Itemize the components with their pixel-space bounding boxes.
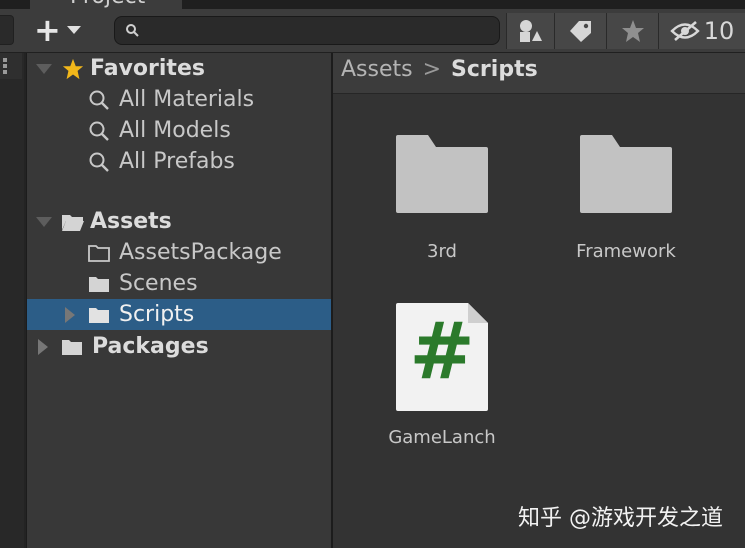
star-icon (621, 20, 644, 42)
folder-icon (87, 273, 111, 295)
left-side-panel (0, 53, 24, 548)
tree-label: Packages (92, 334, 209, 359)
asset-name: 3rd (427, 241, 457, 262)
tree-label: All Prefabs (119, 149, 235, 174)
project-tab[interactable]: Project (30, 0, 182, 9)
search-by-label-button[interactable] (554, 13, 606, 49)
tree-item-favorites[interactable]: Favorites (27, 53, 332, 84)
csharp-script-icon: # (394, 301, 490, 413)
star-icon (61, 58, 85, 80)
hidden-packages-toggle[interactable]: 10 (658, 13, 745, 49)
tree-item-scenes[interactable]: Scenes (27, 268, 332, 299)
hidden-count: 10 (703, 17, 735, 45)
tree-label: Assets (90, 209, 172, 234)
create-add-button[interactable]: + (34, 11, 94, 49)
eye-slash-icon (670, 21, 700, 41)
folder-icon (580, 135, 672, 213)
chevron-down-icon (66, 26, 81, 34)
folder-open-icon (61, 211, 85, 233)
tree-item-assetspackage[interactable]: AssetsPackage (27, 237, 332, 268)
expand-arrow-icon[interactable] (36, 63, 52, 74)
search-input[interactable] (114, 16, 500, 45)
tree-label: Scenes (119, 271, 198, 296)
save-search-favorite-button[interactable] (606, 13, 658, 49)
breadcrumb-separator-icon: > (422, 57, 442, 82)
tree-label: Favorites (90, 56, 205, 81)
collapse-arrow-icon[interactable] (38, 338, 48, 355)
tree-item-all-models[interactable]: All Models (27, 115, 332, 146)
shapes-icon (519, 20, 542, 42)
folder-icon (60, 336, 84, 358)
search-icon (87, 120, 111, 142)
tree-item-packages[interactable]: Packages (27, 331, 332, 362)
project-tab-label: Project (70, 0, 145, 9)
tree-item-scripts[interactable]: Scripts (27, 299, 332, 330)
breadcrumb: Assets > Scripts (333, 53, 745, 94)
asset-name: GameLanch (388, 427, 496, 448)
breadcrumb-item-scripts[interactable]: Scripts (451, 57, 538, 82)
tag-icon (569, 21, 591, 42)
search-icon (87, 89, 111, 111)
breadcrumb-item-assets[interactable]: Assets (341, 57, 413, 82)
left-panel-field-edge (0, 15, 14, 45)
tree-item-all-materials[interactable]: All Materials (27, 84, 332, 115)
folder-icon (87, 304, 111, 326)
tree-label: AssetsPackage (119, 240, 282, 265)
folder-tree-panel: Favorites All Materials All Models All P… (26, 53, 332, 548)
watermark: 知乎 @游戏开发之道 (518, 506, 723, 531)
tree-label: All Models (119, 118, 231, 143)
search-by-type-button[interactable] (506, 13, 554, 49)
collapse-arrow-icon[interactable] (65, 306, 75, 323)
script-hash-glyph: # (409, 307, 475, 397)
asset-item-framework[interactable]: Framework (551, 133, 701, 262)
expand-arrow-icon[interactable] (36, 216, 52, 227)
plus-icon: + (34, 11, 61, 49)
folder-icon (396, 135, 488, 213)
tree-item-all-prefabs[interactable]: All Prefabs (27, 146, 332, 177)
more-options-icon[interactable] (3, 56, 11, 76)
search-icon (126, 24, 139, 37)
tree-label: Scripts (119, 302, 195, 327)
tree-item-assets[interactable]: Assets (27, 206, 332, 237)
folder-outline-icon (87, 242, 111, 264)
asset-name: Framework (576, 241, 676, 262)
search-icon (87, 151, 111, 173)
asset-item-gamelanch[interactable]: # GameLanch (367, 301, 517, 448)
tree-label: All Materials (119, 87, 255, 112)
asset-item-3rd[interactable]: 3rd (367, 133, 517, 262)
